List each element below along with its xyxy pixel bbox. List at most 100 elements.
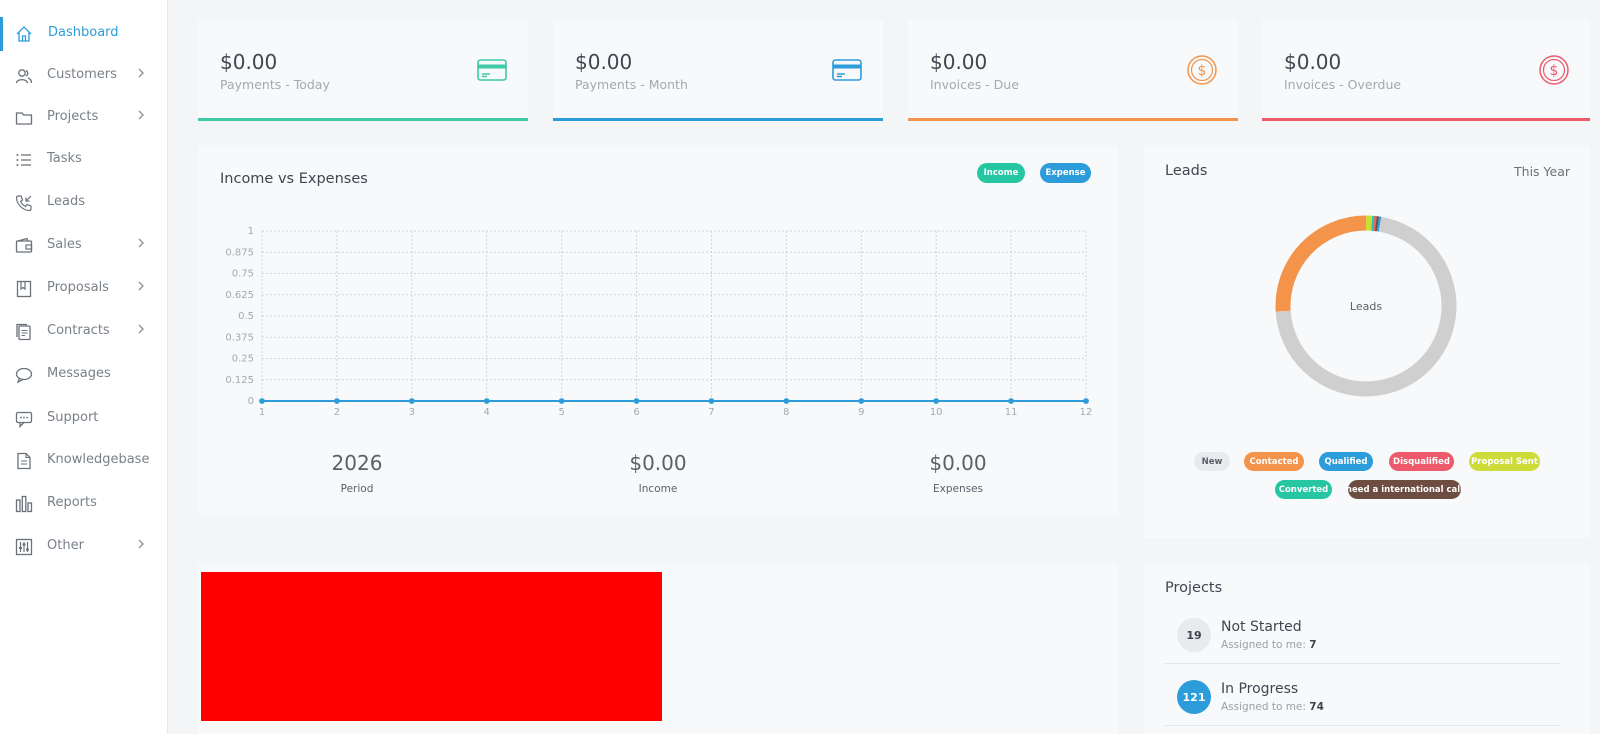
x-tick-label: 1 [259,407,265,418]
x-tick-label: 7 [708,407,714,418]
sidebar-item-label: Leads [47,194,86,209]
projects-title: Projects [1165,580,1223,596]
chevron-right-icon [136,66,146,80]
sliders-icon [14,537,34,557]
data-point-expense [1008,398,1014,404]
data-point-expense [334,398,340,404]
summary-income-value: $0.00 [629,451,687,475]
leads-period[interactable]: This Year [1514,164,1570,179]
stat-amount: $0.00 [1284,50,1342,74]
data-point-expense [259,398,265,404]
leads-panel: Leads This Year Leads New Contacted Qualif… [1144,147,1590,538]
sidebar-item-sales[interactable]: Sales [0,229,168,263]
svg-text:$: $ [1198,63,1207,79]
x-tick-label: 3 [409,407,415,418]
lead-legend-need-a-international-call[interactable]: need a international call [1346,480,1463,499]
summary-period-value: 2026 [331,451,383,475]
y-tick-label: 0.375 [225,332,254,343]
credit-card-icon [476,54,508,86]
sidebar-item-customers[interactable]: Customers [0,59,168,93]
legend-income[interactable]: Income [977,163,1025,183]
data-point-expense [708,398,715,404]
sidebar-item-label: Customers [47,67,117,82]
lead-legend-contacted[interactable]: Contacted [1244,452,1304,471]
chat-icon [14,365,34,385]
sidebar-item-knowledgebase[interactable]: Knowledgebase [0,444,168,478]
y-tick-label: 1 [248,226,254,237]
y-tick-label: 0 [248,396,254,407]
sidebar-item-leads[interactable]: Leads [0,186,168,220]
y-tick-label: 0.5 [238,311,254,322]
sidebar-item-label: Dashboard [48,25,119,40]
project-status-row[interactable]: 19 Not Started Assigned to me: 7 [1164,604,1560,664]
stat-accent-bar [198,118,528,121]
leads-donut-chart: Leads [1275,215,1457,397]
bar-chart-icon [14,494,34,514]
row-divider [1164,725,1560,726]
y-tick-label: 0.625 [225,290,254,301]
stat-card-invoices-due[interactable]: $0.00 Invoices - Due $ [908,20,1238,121]
stat-card-invoices-overdue[interactable]: $0.00 Invoices - Overdue $ [1262,20,1590,121]
assigned-label: Assigned to me: [1221,639,1306,651]
data-point-expense [483,398,490,404]
data-point-expense [558,398,565,404]
credit-card-icon [831,54,863,86]
sidebar-item-label: Reports [47,495,97,510]
stat-label: Invoices - Due [930,77,1019,92]
chevron-right-icon [136,537,146,551]
lead-legend-new[interactable]: New [1194,452,1230,471]
data-point-expense [933,398,939,404]
legend-expense[interactable]: Expense [1040,163,1091,183]
donut-center-label: Leads [1350,300,1382,313]
x-tick-label: 4 [484,407,490,418]
stat-accent-bar [908,118,1238,121]
chevron-right-icon [136,279,146,293]
donut-slice-contacted[interactable] [1275,215,1367,312]
x-tick-label: 10 [930,407,943,418]
sidebar-item-dashboard[interactable]: Dashboard [0,17,168,51]
list-icon [14,150,34,170]
lead-legend-disqualified[interactable]: Disqualified [1389,452,1454,471]
sidebar-item-label: Proposals [47,280,109,295]
stat-accent-bar [1262,118,1590,121]
sidebar-item-reports[interactable]: Reports [0,487,168,521]
chevron-right-icon [136,108,146,122]
data-point-expense [1083,398,1089,404]
sidebar-item-label: Projects [47,109,99,124]
project-status-row[interactable]: 121 In Progress Assigned to me: 74 [1164,666,1560,726]
stat-card-payments-month[interactable]: $0.00 Payments - Month [553,20,883,121]
assigned-label: Assigned to me: [1221,701,1306,713]
sidebar-item-projects[interactable]: Projects [0,101,168,135]
projects-panel: Projects 19 Not Started Assigned to me: 71… [1144,564,1590,734]
svg-text:$: $ [1550,63,1559,79]
sidebar-item-other[interactable]: Other [0,530,168,564]
lead-legend-proposal-sent[interactable]: Proposal Sent [1469,452,1540,471]
sidebar-item-label: Sales [47,237,82,252]
sidebar-item-messages[interactable]: Messages [0,358,168,392]
sidebar-item-label: Messages [47,366,111,381]
stat-card-payments-today[interactable]: $0.00 Payments - Today [198,20,528,121]
users-icon [14,66,34,86]
assigned-count: 74 [1309,701,1324,713]
summary-expenses-label: Expenses [932,483,984,495]
data-point-expense [409,398,415,404]
assigned-count: 7 [1309,639,1317,651]
sidebar-item-label: Contracts [47,323,110,338]
sidebar-item-label: Other [47,538,84,553]
stat-label: Payments - Today [220,77,330,92]
income-expenses-title: Income vs Expenses [220,171,368,187]
sidebar-item-tasks[interactable]: Tasks [0,143,168,177]
lead-legend-converted[interactable]: Converted [1275,480,1332,499]
leads-title: Leads [1165,163,1208,179]
lead-legend-qualified[interactable]: Qualified [1319,452,1373,471]
sidebar-item-support[interactable]: Support [0,402,168,436]
home-icon [14,24,34,44]
dollar-coin-icon: $ [1186,54,1218,86]
stat-amount: $0.00 [220,50,278,74]
sidebar-item-proposals[interactable]: Proposals [0,272,168,306]
stat-label: Invoices - Overdue [1284,77,1402,92]
sidebar: Dashboard Customers Projects Tasks Leads Sale… [0,0,168,734]
bookmark-icon [14,279,34,299]
project-count-badge: 19 [1177,618,1211,652]
sidebar-item-contracts[interactable]: Contracts [0,315,168,349]
